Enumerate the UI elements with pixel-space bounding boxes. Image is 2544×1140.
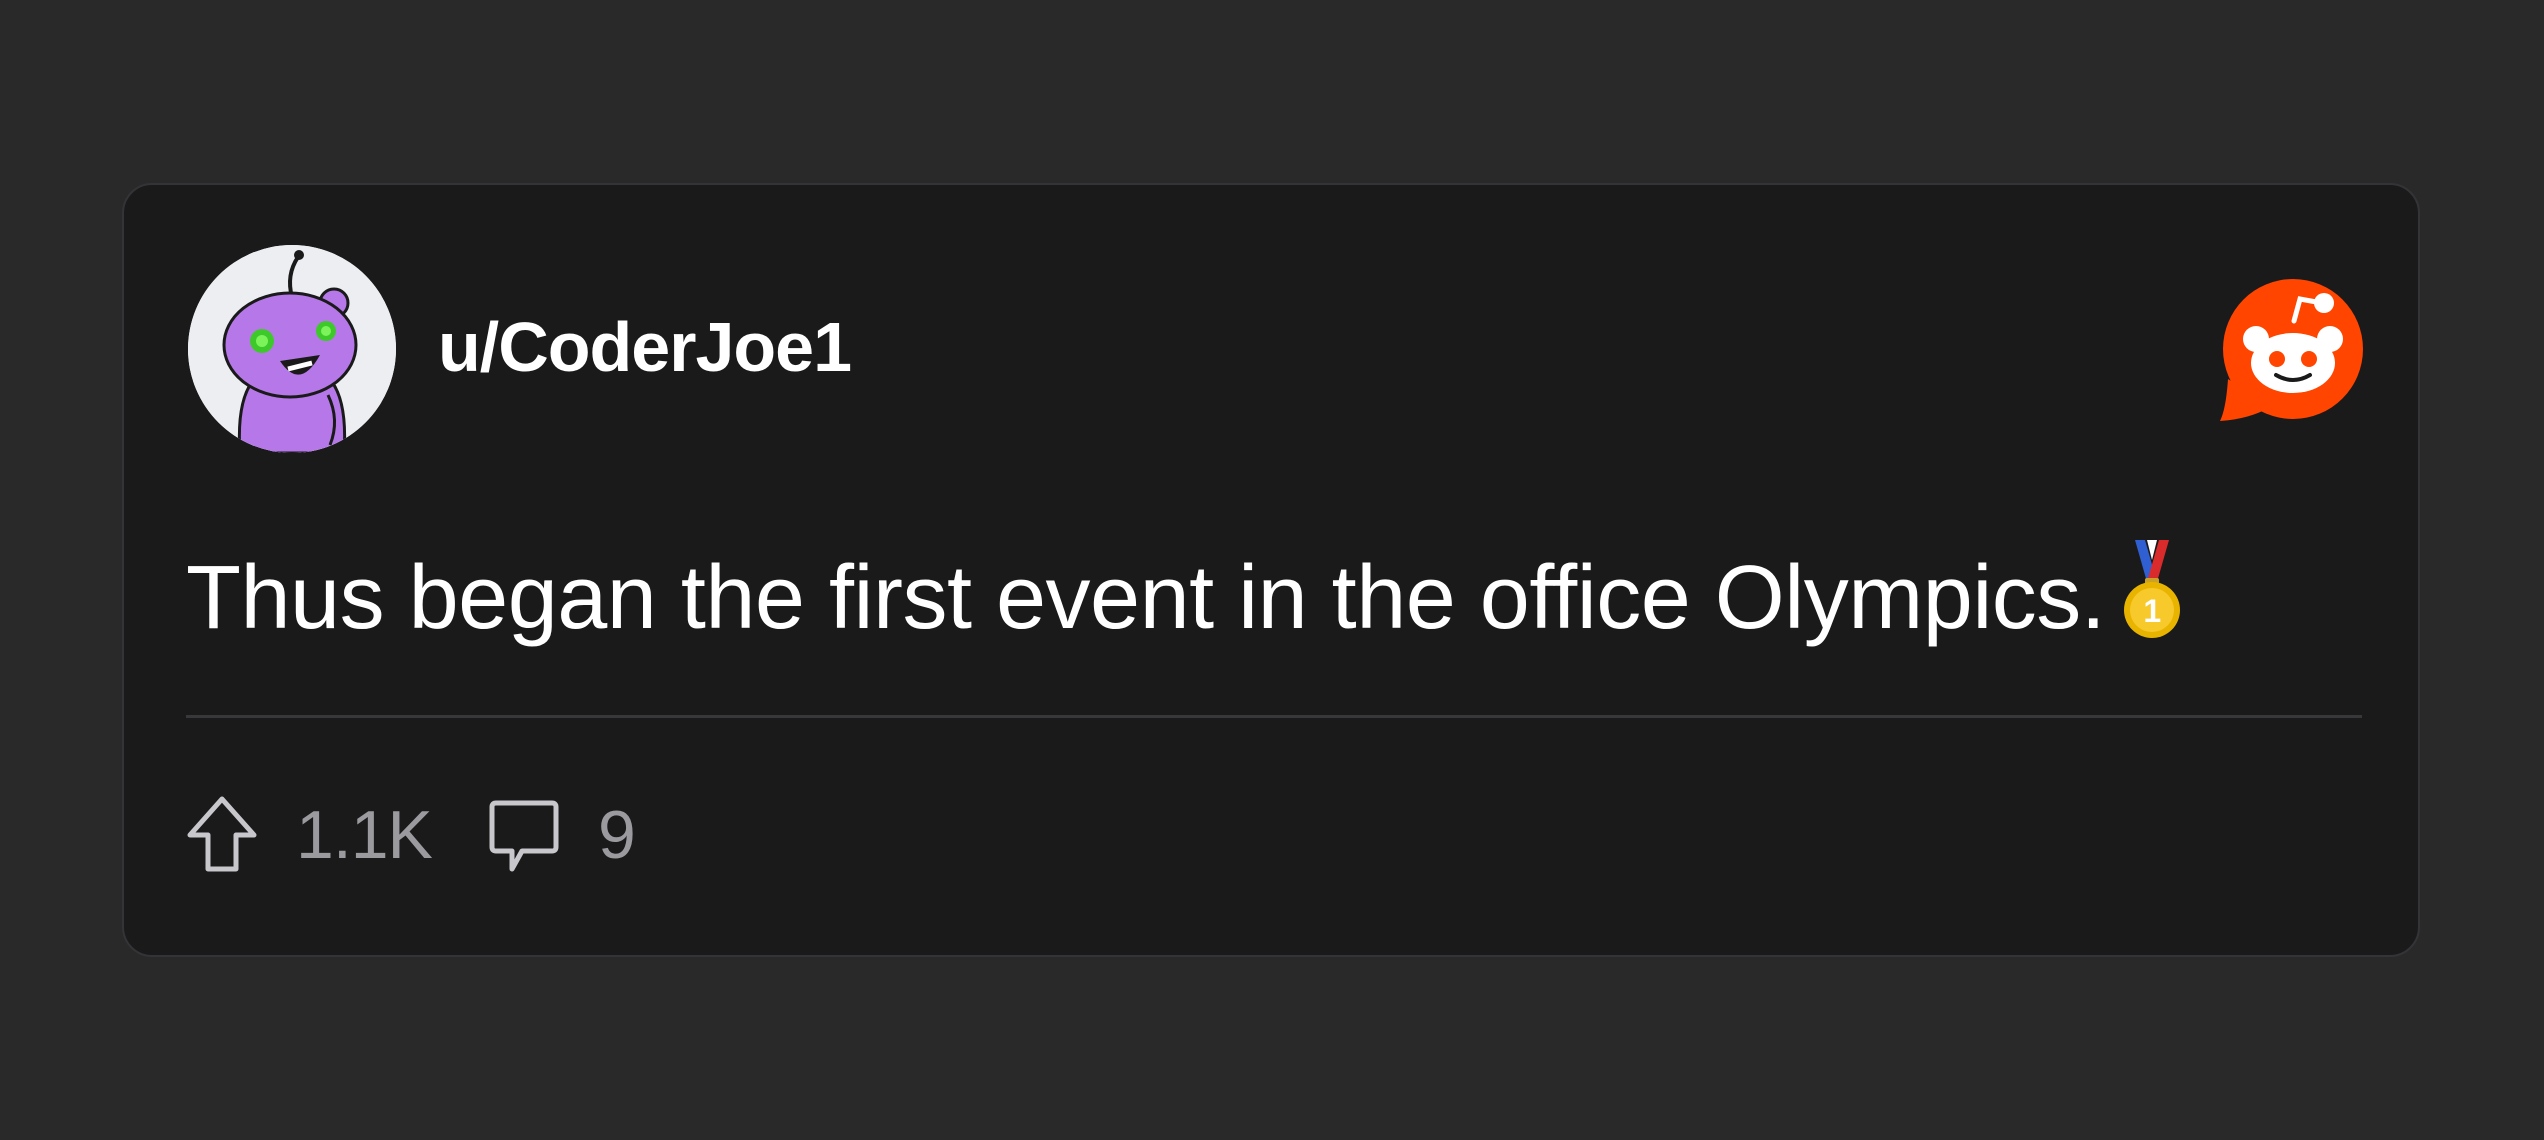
- post-text: Thus began the first event in the office…: [186, 548, 2106, 648]
- comment-count[interactable]: 9: [598, 795, 636, 875]
- comment-bubble-icon[interactable]: [488, 799, 560, 877]
- snoo-avatar-icon[interactable]: [188, 245, 396, 453]
- upvote-count[interactable]: 1.1K: [296, 795, 433, 875]
- post-body: Thus began the first event in the office…: [186, 540, 2187, 650]
- svg-text:1: 1: [2144, 593, 2161, 629]
- reddit-logo-icon[interactable]: [2220, 279, 2366, 425]
- username[interactable]: u/CoderJoe1: [438, 307, 852, 387]
- divider: [186, 715, 2362, 718]
- post-card[interactable]: u/CoderJoe1 Thus began the first event i…: [122, 183, 2420, 957]
- first-place-medal-icon: 1: [2117, 540, 2187, 640]
- upvote-arrow-icon[interactable]: [186, 795, 258, 873]
